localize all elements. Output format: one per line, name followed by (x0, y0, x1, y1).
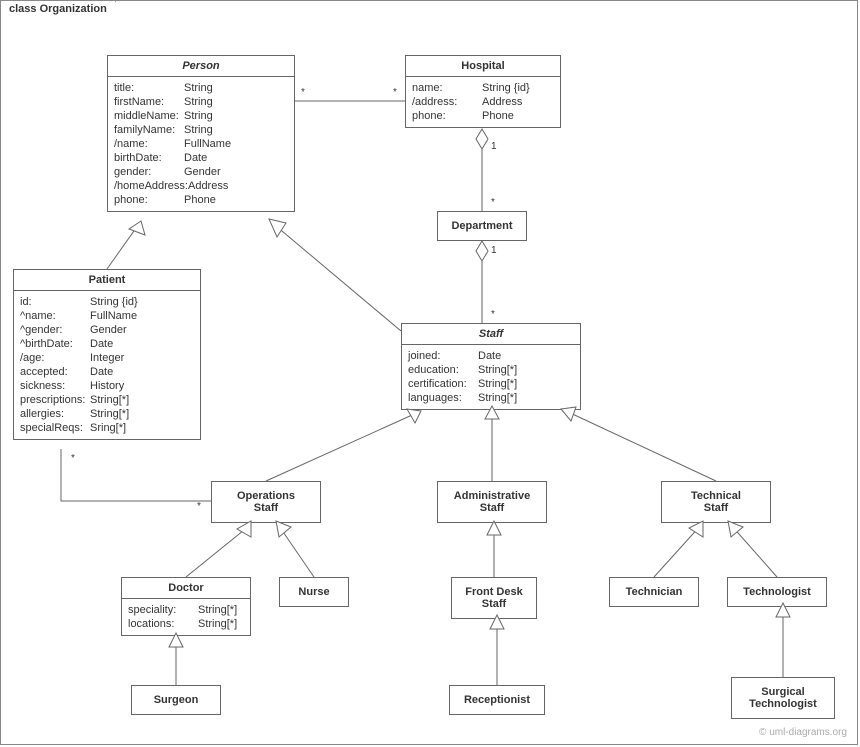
tech-line2: Staff (666, 502, 766, 514)
attr-row: /address:Address (412, 95, 554, 109)
attr-row: prescriptions:String[*] (20, 393, 194, 407)
attr-row: /age:Integer (20, 351, 194, 365)
attr-row: languages:String[*] (408, 391, 574, 405)
attr-row: ^name:FullName (20, 309, 194, 323)
class-administrative-staff: Administrative Staff (437, 481, 547, 523)
class-hospital-attrs: name:String {id}/address:Addressphone:Ph… (406, 77, 560, 127)
attr-row: title:String (114, 81, 288, 95)
attr-row: phone:Phone (114, 193, 288, 207)
attr-row: allergies:String[*] (20, 407, 194, 421)
class-patient: Patient id:String {id}^name:FullName^gen… (13, 269, 201, 440)
ops-line2: Staff (216, 502, 316, 514)
class-technical-staff: Technical Staff (661, 481, 771, 523)
attr-row: specialReqs:Sring[*] (20, 421, 194, 435)
attr-row: accepted:Date (20, 365, 194, 379)
class-front-desk-staff: Front Desk Staff (451, 577, 537, 619)
class-receptionist: Receptionist (449, 685, 545, 715)
surgtech-line1: Surgical (736, 686, 830, 698)
mult-person-hospital-right: * (393, 87, 397, 98)
attr-row: ^birthDate:Date (20, 337, 194, 351)
attr-row: middleName:String (114, 109, 288, 123)
class-patient-name: Patient (14, 270, 200, 291)
mult-person-hospital-left: * (301, 87, 305, 98)
class-patient-attrs: id:String {id}^name:FullName^gender:Gend… (14, 291, 200, 439)
class-person-attrs: title:StringfirstName:StringmiddleName:S… (108, 77, 294, 211)
surgtech-line2: Technologist (736, 698, 830, 710)
class-hospital-name: Hospital (406, 56, 560, 77)
attr-row: firstName:String (114, 95, 288, 109)
mult-hospital-dept-bot: * (491, 197, 495, 208)
organization-frame: class Organization Person title:Stringfi… (0, 0, 858, 745)
class-technologist: Technologist (727, 577, 827, 607)
class-department: Department (437, 211, 527, 241)
attr-row: name:String {id} (412, 81, 554, 95)
class-operations-staff: Operations Staff (211, 481, 321, 523)
class-person: Person title:StringfirstName:Stringmiddl… (107, 55, 295, 212)
attr-row: joined:Date (408, 349, 574, 363)
frontdesk-line1: Front Desk (456, 586, 532, 598)
frontdesk-line2: Staff (456, 598, 532, 610)
class-staff: Staff joined:Dateeducation:String[*]cert… (401, 323, 581, 410)
class-doctor-name: Doctor (122, 578, 250, 599)
attr-row: phone:Phone (412, 109, 554, 123)
attr-row: /homeAddress:Address (114, 179, 288, 193)
mult-dept-staff-top: 1 (491, 245, 497, 256)
mult-patient-ops-right: * (197, 501, 201, 512)
class-doctor-attrs: speciality:String[*]locations:String[*] (122, 599, 250, 635)
class-surgeon: Surgeon (131, 685, 221, 715)
attr-row: ^gender:Gender (20, 323, 194, 337)
class-hospital: Hospital name:String {id}/address:Addres… (405, 55, 561, 128)
mult-patient-ops-left: * (71, 453, 75, 464)
frame-title: class Organization (0, 0, 116, 17)
attr-row: familyName:String (114, 123, 288, 137)
attr-row: education:String[*] (408, 363, 574, 377)
admin-line2: Staff (442, 502, 542, 514)
class-staff-attrs: joined:Dateeducation:String[*]certificat… (402, 345, 580, 409)
class-surgical-technologist: Surgical Technologist (731, 677, 835, 719)
class-person-name: Person (108, 56, 294, 77)
mult-dept-staff-bot: * (491, 309, 495, 320)
ops-line1: Operations (216, 490, 316, 502)
attr-row: speciality:String[*] (128, 603, 244, 617)
class-staff-name: Staff (402, 324, 580, 345)
admin-line1: Administrative (442, 490, 542, 502)
attr-row: /name:FullName (114, 137, 288, 151)
tech-line1: Technical (666, 490, 766, 502)
class-technician: Technician (609, 577, 699, 607)
watermark: © uml-diagrams.org (759, 727, 847, 738)
class-nurse: Nurse (279, 577, 349, 607)
attr-row: certification:String[*] (408, 377, 574, 391)
attr-row: locations:String[*] (128, 617, 244, 631)
attr-row: birthDate:Date (114, 151, 288, 165)
attr-row: id:String {id} (20, 295, 194, 309)
class-doctor: Doctor speciality:String[*]locations:Str… (121, 577, 251, 636)
attr-row: gender:Gender (114, 165, 288, 179)
attr-row: sickness:History (20, 379, 194, 393)
mult-hospital-dept-top: 1 (491, 141, 497, 152)
